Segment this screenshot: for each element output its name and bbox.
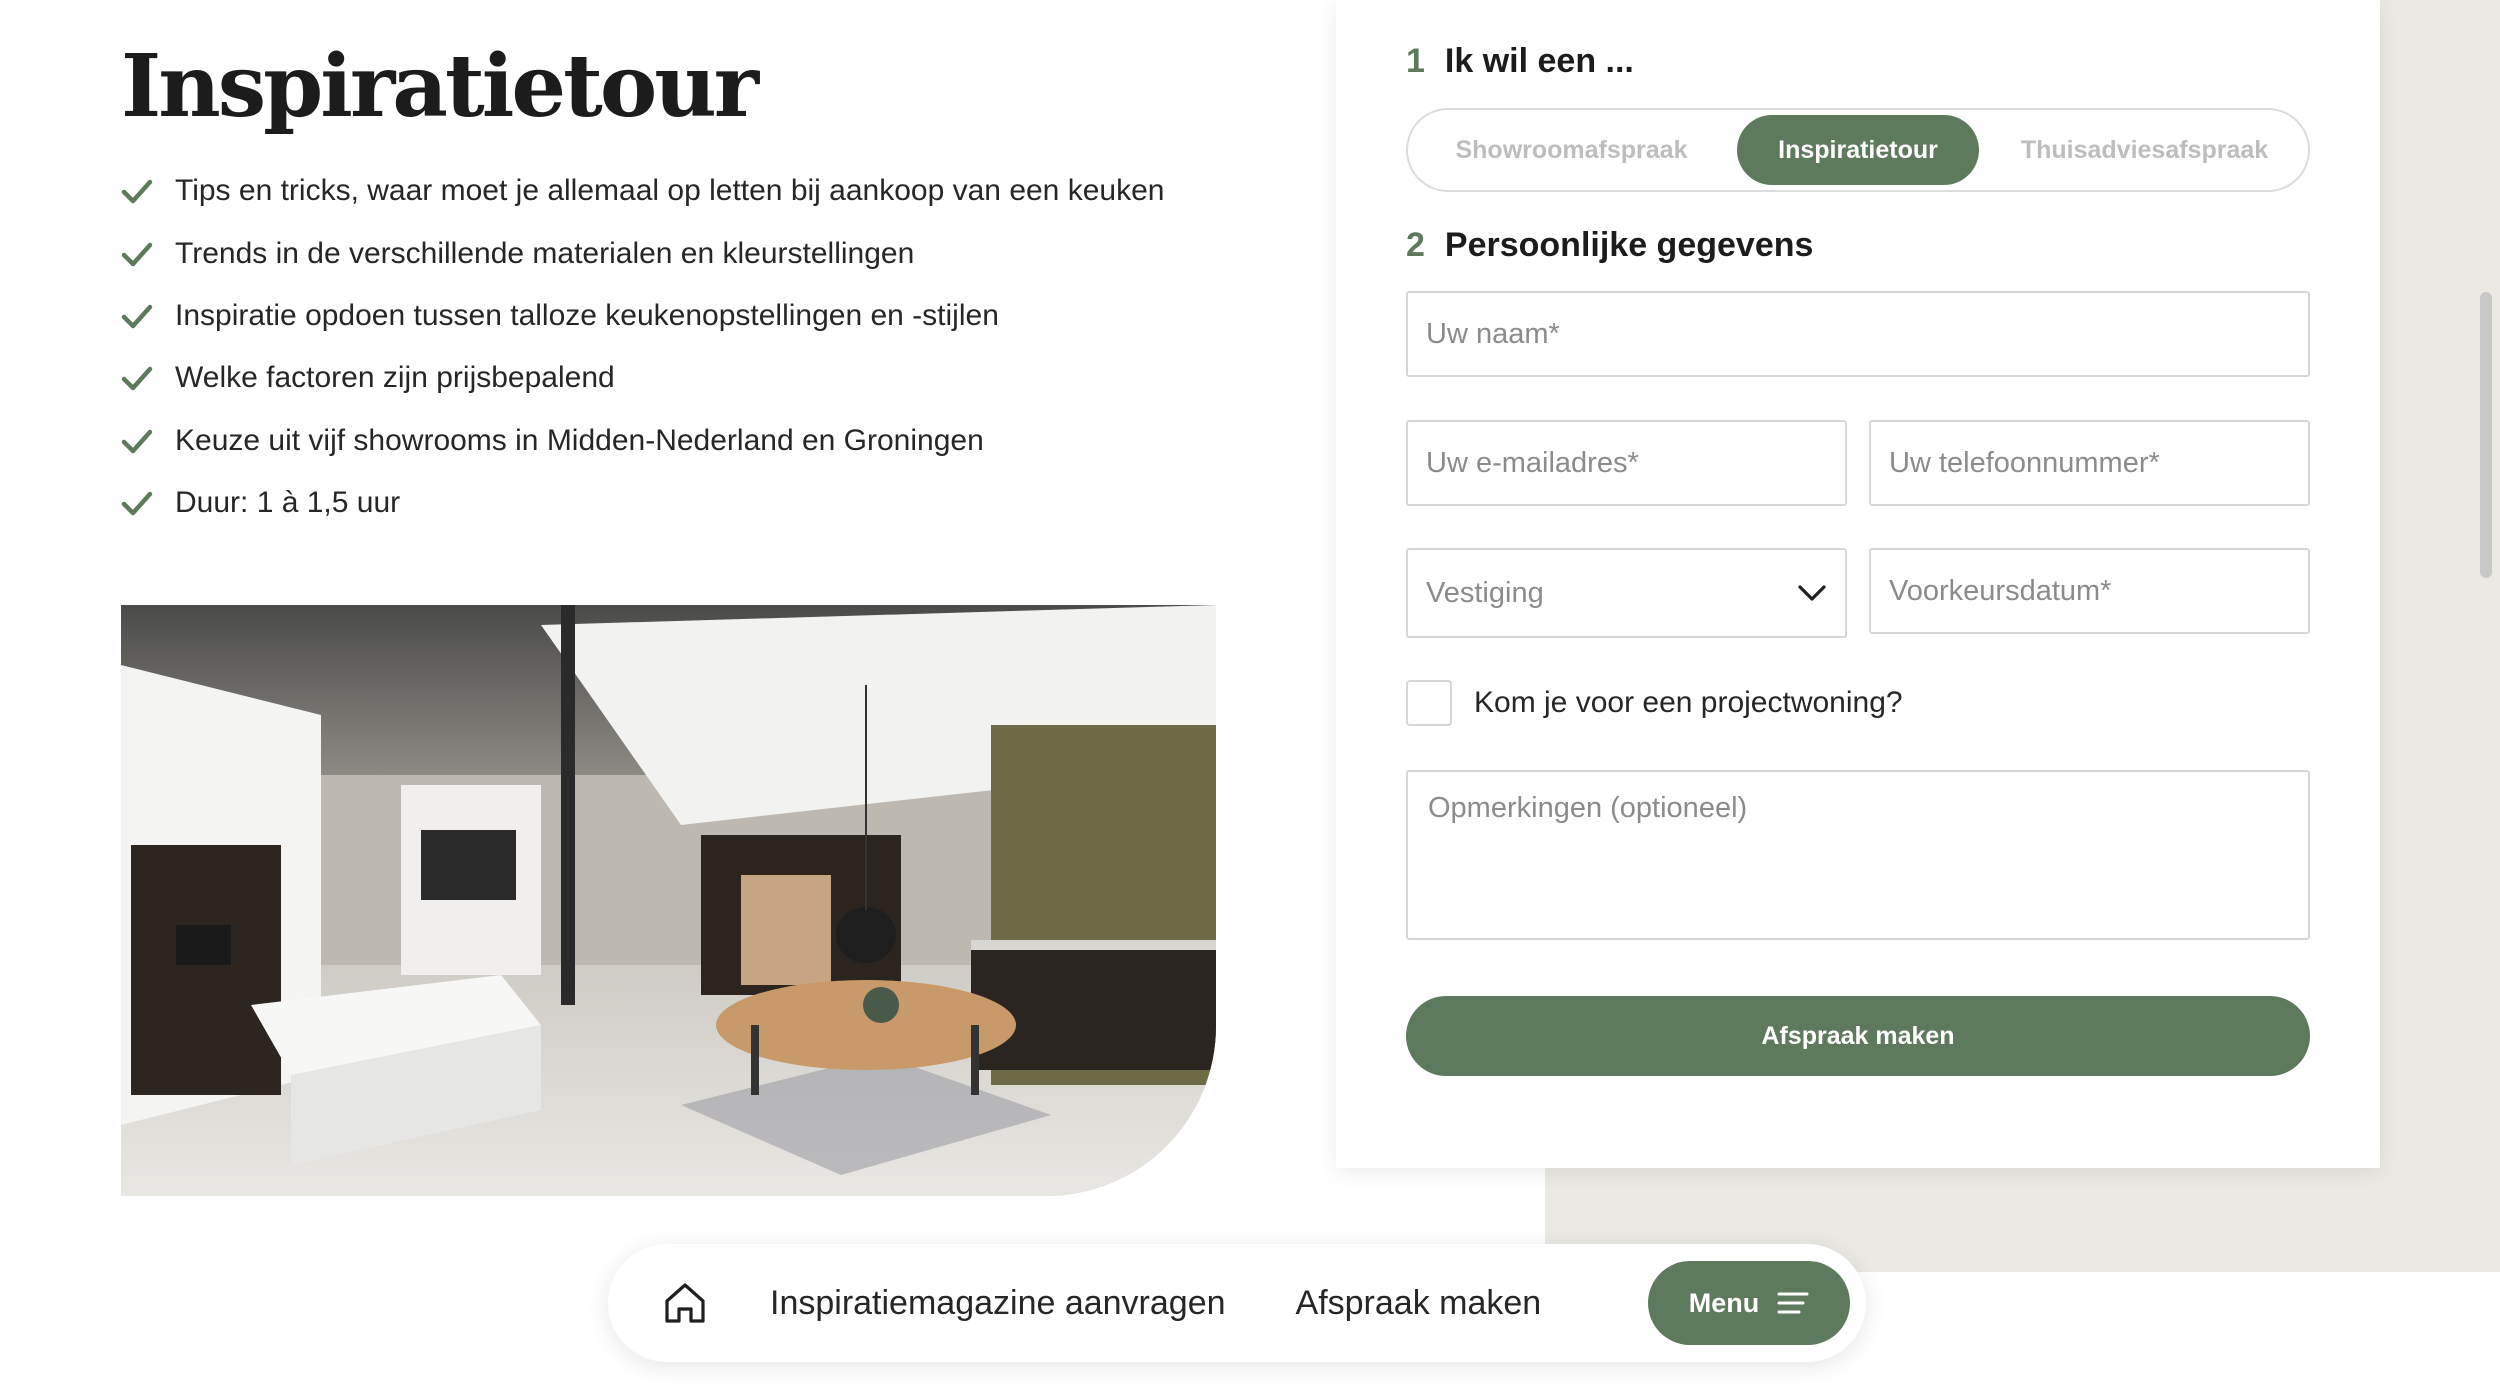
step1-number: 1 (1406, 42, 1425, 80)
feature-text: Inspiratie opdoen tussen talloze keukeno… (175, 298, 999, 332)
menu-button[interactable]: Menu (1648, 1261, 1850, 1345)
home-icon[interactable] (662, 1280, 708, 1326)
option-showroomafspraak[interactable]: Showroomafspraak (1414, 115, 1729, 185)
check-icon (121, 179, 153, 204)
feature-item: Tips en tricks, waar moet je allemaal op… (121, 160, 1164, 222)
location-select[interactable]: Vestiging (1406, 548, 1847, 638)
feature-item: Inspiratie opdoen tussen talloze keukeno… (121, 285, 1164, 347)
option-inspiratietour[interactable]: Inspiratietour (1737, 115, 1979, 185)
step2-heading: 2 Persoonlijke gegevens (1406, 226, 1813, 265)
name-input[interactable]: Uw naam* (1406, 291, 2310, 377)
step2-number: 2 (1406, 226, 1425, 264)
feature-item: Welke factoren zijn prijsbepalend (121, 347, 1164, 409)
appointment-form: 1 Ik wil een ... Showroomafspraak Inspir… (1336, 0, 2380, 1168)
kitchen-showroom-photo (121, 605, 1216, 1196)
appointment-type-toggle: Showroomafspraak Inspiratietour Thuisadv… (1406, 108, 2310, 192)
hamburger-icon (1777, 1292, 1809, 1314)
check-icon (121, 242, 153, 266)
phone-input[interactable]: Uw telefoonnummer* (1869, 420, 2310, 506)
check-icon (121, 429, 153, 453)
preferred-date-input[interactable]: Voorkeursdatum* (1869, 548, 2310, 634)
step1-heading: 1 Ik wil een ... (1406, 42, 1634, 81)
bottom-navigation: Inspiratiemagazine aanvragen Afspraak ma… (608, 1244, 1866, 1362)
remarks-textarea[interactable]: Opmerkingen (optioneel) (1406, 770, 2310, 940)
step2-title: Persoonlijke gegevens (1444, 226, 1814, 264)
feature-text: Welke factoren zijn prijsbepalend (175, 361, 615, 395)
chevron-down-icon (1798, 585, 1826, 601)
project-checkbox-row: Kom je voor een projectwoning? (1406, 680, 1903, 726)
nav-link-appointment[interactable]: Afspraak maken (1296, 1284, 1542, 1323)
page-title: Inspiratietour (121, 36, 759, 137)
step1-title: Ik wil een ... (1444, 42, 1634, 80)
check-icon (121, 304, 153, 329)
submit-button[interactable]: Afspraak maken (1406, 996, 2310, 1076)
feature-text: Duur: 1 à 1,5 uur (175, 486, 401, 520)
option-thuisadviesafspraak[interactable]: Thuisadviesafspraak (1987, 115, 2302, 185)
menu-label: Menu (1688, 1287, 1760, 1318)
feature-item: Duur: 1 à 1,5 uur (121, 472, 1164, 534)
feature-text: Tips en tricks, waar moet je allemaal op… (175, 174, 1165, 208)
feature-text: Trends in de verschillende materialen en… (175, 236, 915, 270)
check-icon (121, 367, 153, 391)
email-input[interactable]: Uw e-mailadres* (1406, 420, 1847, 506)
feature-text: Keuze uit vijf showrooms in Midden-Neder… (175, 423, 984, 457)
project-checkbox-label: Kom je voor een projectwoning? (1474, 686, 1903, 719)
feature-item: Trends in de verschillende materialen en… (121, 222, 1164, 284)
feature-item: Keuze uit vijf showrooms in Midden-Neder… (121, 410, 1164, 472)
page-scrollbar[interactable] (2480, 292, 2492, 578)
check-icon (121, 491, 153, 516)
location-select-value: Vestiging (1426, 576, 1544, 609)
nav-link-magazine[interactable]: Inspiratiemagazine aanvragen (770, 1284, 1226, 1323)
project-checkbox[interactable] (1406, 680, 1452, 726)
feature-list: Tips en tricks, waar moet je allemaal op… (121, 160, 1164, 534)
